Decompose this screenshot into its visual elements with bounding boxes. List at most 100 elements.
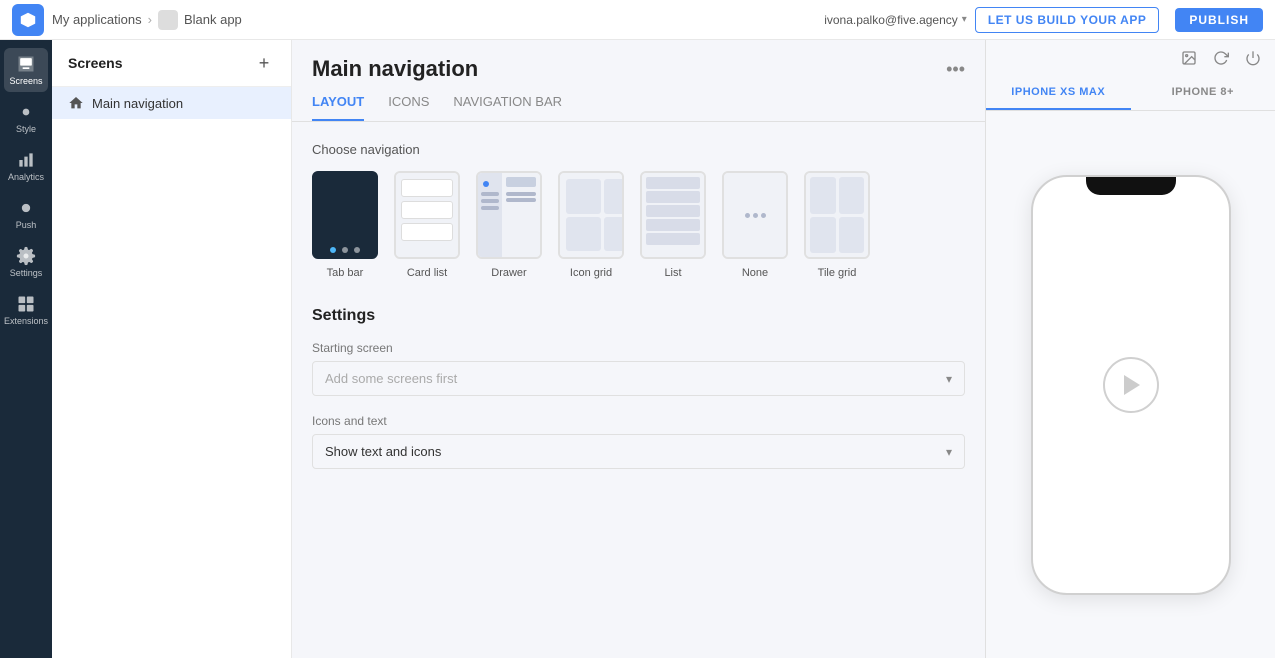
phone-frame — [1031, 175, 1231, 595]
drawer-line-2 — [481, 199, 499, 203]
tab-icons[interactable]: ICONS — [388, 94, 429, 121]
icon-cell-1 — [566, 179, 601, 214]
screen-item-label: Main navigation — [92, 96, 183, 111]
icons-and-text-label: Icons and text — [312, 414, 965, 428]
drawer-content-line-1 — [506, 192, 536, 196]
publish-button[interactable]: PUBLISH — [1175, 8, 1263, 32]
none-dot-3 — [761, 213, 766, 218]
drawer-line-3 — [481, 206, 499, 210]
card-item-2 — [401, 201, 453, 219]
icon-cell-4 — [566, 217, 601, 252]
preview-refresh-button[interactable] — [1207, 44, 1235, 72]
tabs: LAYOUT ICONS NAVIGATION BAR — [292, 82, 985, 122]
tabbar-dot-1 — [330, 247, 336, 253]
nav-option-list[interactable]: List — [640, 171, 706, 279]
tab-layout[interactable]: LAYOUT — [312, 94, 364, 121]
add-screen-button[interactable]: + — [253, 52, 275, 74]
drawer-preview-bg — [478, 173, 540, 257]
tile-cell-3 — [810, 217, 836, 254]
nav-options: Tab bar Card list — [312, 171, 965, 279]
preview-tab-iphone-8-plus[interactable]: IPHONE 8+ — [1131, 76, 1275, 110]
starting-screen-select[interactable]: Add some screens first ▾ — [312, 361, 965, 396]
content-scroll: Choose navigation Tab bar — [292, 122, 985, 658]
preview-content — [1011, 111, 1251, 658]
tile-grid-preview — [804, 171, 870, 259]
sidebar-item-analytics[interactable]: Analytics — [4, 144, 48, 188]
drawer-dot — [483, 181, 489, 187]
nav-option-icon-grid[interactable]: Icon grid — [558, 171, 624, 279]
breadcrumb-app-name: Blank app — [184, 12, 242, 27]
nav-option-tab-bar[interactable]: Tab bar — [312, 171, 378, 279]
icon-cell-2 — [604, 179, 625, 214]
nav-option-card-list[interactable]: Card list — [394, 171, 460, 279]
play-triangle — [1124, 375, 1140, 395]
card-list-preview — [394, 171, 460, 259]
play-circle — [1103, 357, 1159, 413]
sidebar-item-push[interactable]: Push — [4, 192, 48, 236]
drawer-sidebar — [478, 173, 502, 257]
app-icon — [158, 10, 178, 30]
icon-cell-5 — [604, 217, 625, 252]
tabbar-dot-3 — [354, 247, 360, 253]
breadcrumb: My applications › Blank app — [52, 10, 242, 30]
screens-panel: Screens + Main navigation — [52, 40, 292, 658]
icons-and-text-value: Show text and icons — [325, 444, 441, 459]
drawer-header-bar — [506, 177, 536, 187]
list-row-2 — [646, 191, 700, 203]
list-row-5 — [646, 233, 700, 245]
preview-power-button[interactable] — [1239, 44, 1267, 72]
tabbar-preview-bg — [314, 173, 376, 257]
none-dot-1 — [745, 213, 750, 218]
list-label: List — [664, 267, 681, 279]
page-menu-button[interactable]: ••• — [946, 59, 965, 80]
user-email[interactable]: ivona.palko@five.agency ▾ — [824, 13, 967, 27]
starting-screen-placeholder: Add some screens first — [325, 371, 457, 386]
tilegrid-preview-bg — [806, 173, 868, 257]
sidebar-item-style-label: Style — [16, 124, 36, 134]
breadcrumb-separator: › — [148, 12, 152, 27]
tabbar-dot-2 — [342, 247, 348, 253]
sidebar-item-settings[interactable]: Settings — [4, 240, 48, 284]
preview-tab-iphone-xs-max[interactable]: IPHONE XS MAX — [986, 76, 1131, 110]
preview-image-button[interactable] — [1175, 44, 1203, 72]
tile-cell-2 — [839, 177, 865, 214]
sidebar-item-extensions-label: Extensions — [4, 316, 48, 326]
sidebar-item-push-label: Push — [16, 220, 37, 230]
list-row-4 — [646, 219, 700, 231]
none-dot-2 — [753, 213, 758, 218]
topbar: My applications › Blank app ivona.palko@… — [0, 0, 1275, 40]
tab-bar-label: Tab bar — [327, 267, 364, 279]
nav-option-tile-grid[interactable]: Tile grid — [804, 171, 870, 279]
screens-header: Screens + — [52, 40, 291, 87]
tabbar-dots — [314, 247, 376, 253]
list-row-1 — [646, 177, 700, 189]
icons-and-text-select[interactable]: Show text and icons ▾ — [312, 434, 965, 469]
list-row-3 — [646, 205, 700, 217]
drawer-content — [502, 173, 540, 257]
let-us-build-button[interactable]: LET US BUILD YOUR APP — [975, 7, 1160, 33]
breadcrumb-my-apps[interactable]: My applications — [52, 12, 142, 27]
icon-grid-label: Icon grid — [570, 267, 612, 279]
tab-bar-preview — [312, 171, 378, 259]
sidebar-item-screens-label: Screens — [9, 76, 42, 86]
cardlist-preview-bg — [396, 173, 458, 257]
choose-navigation-label: Choose navigation — [312, 142, 965, 157]
sidebar-item-extensions[interactable]: Extensions — [4, 288, 48, 332]
nav-option-drawer[interactable]: Drawer — [476, 171, 542, 279]
icons-and-text-chevron: ▾ — [946, 445, 952, 459]
screens-panel-title: Screens — [68, 55, 122, 71]
nav-option-none[interactable]: None — [722, 171, 788, 279]
settings-title: Settings — [312, 307, 965, 325]
sidebar-item-style[interactable]: Style — [4, 96, 48, 140]
sidebar-item-settings-label: Settings — [10, 268, 43, 278]
sidebar-item-screens[interactable]: Screens — [4, 48, 48, 92]
tab-navigation-bar[interactable]: NAVIGATION BAR — [453, 94, 562, 121]
none-preview-bg — [724, 173, 786, 257]
none-label: None — [742, 267, 768, 279]
app-logo — [12, 4, 44, 36]
screen-item-main-nav[interactable]: Main navigation — [52, 87, 291, 119]
drawer-content-line-2 — [506, 198, 536, 202]
sidebar-item-analytics-label: Analytics — [8, 172, 44, 182]
phone-play-area[interactable] — [1103, 177, 1159, 593]
main-layout: Screens Style Analytics Push Settings Ex… — [0, 40, 1275, 658]
